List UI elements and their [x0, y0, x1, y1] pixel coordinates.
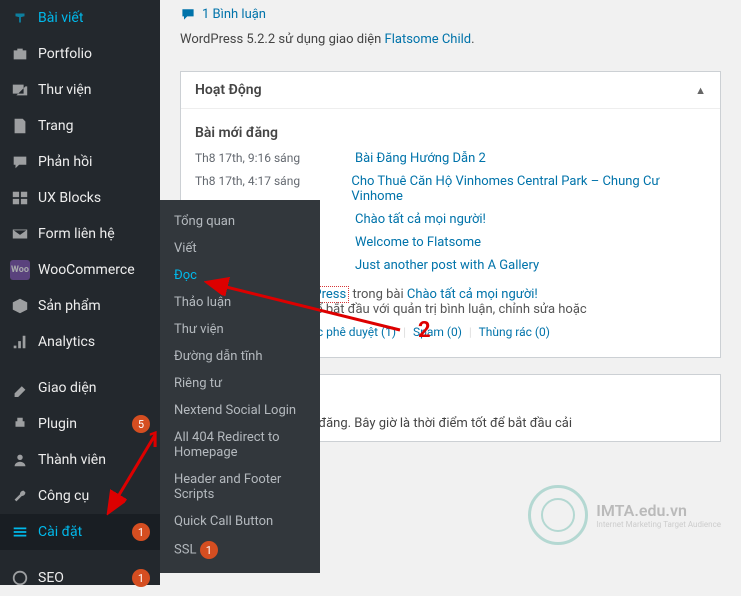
sidebar-item-label: UX Blocks — [38, 190, 150, 206]
sidebar-item-label: Bài viết — [38, 10, 150, 26]
sidebar-item-label: Form liên hệ — [38, 226, 150, 242]
submenu-item-writing[interactable]: Viết — [160, 235, 320, 262]
submenu-item-quickcall[interactable]: Quick Call Button — [160, 508, 320, 535]
sidebar-item-label: Công cụ — [38, 488, 150, 504]
wp-version-prefix: WordPress 5.2.2 sử dụng giao diện — [180, 32, 385, 47]
activity-panel-header[interactable]: Hoạt Động ▲ — [181, 72, 720, 109]
sidebar-item-label: Sản phẩm — [38, 298, 150, 314]
sidebar-item-pages[interactable]: Trang — [0, 108, 160, 144]
sidebar-item-label: Analytics — [38, 334, 150, 350]
collapse-icon[interactable]: ▲ — [695, 84, 706, 97]
post-row: Th8 17th, 9:16 sángBài Đăng Hướng Dẫn 2 — [195, 147, 706, 170]
sidebar-item-settings[interactable]: Cài đặt 1 — [0, 514, 160, 550]
sidebar-item-label: WooCommerce — [38, 262, 150, 278]
admin-sidebar: Bài viết Portfolio Thư viện Trang Phản h… — [0, 0, 160, 585]
analytics-icon — [10, 332, 30, 352]
sidebar-item-forms[interactable]: Form liên hệ — [0, 216, 160, 252]
sidebar-item-label: Portfolio — [38, 46, 150, 62]
woo-icon: Woo — [10, 260, 30, 280]
sidebar-item-label: Cài đặt — [38, 524, 124, 540]
post-link[interactable]: Just another post with A Gallery — [355, 258, 539, 273]
sidebar-item-label: Thư viện — [38, 82, 150, 98]
pin-icon — [10, 8, 30, 28]
activity-title: Hoạt Động — [195, 82, 262, 98]
update-badge: 1 — [200, 541, 218, 559]
comment-icon — [180, 6, 196, 22]
post-date: Th8 17th, 9:16 sáng — [195, 151, 355, 166]
annotation-label-2: 2 — [418, 318, 431, 343]
sidebar-item-tools[interactable]: Công cụ — [0, 478, 160, 514]
sidebar-item-seo[interactable]: SEO 1 — [0, 560, 160, 596]
post-link[interactable]: Bài Đăng Hướng Dẫn 2 — [355, 151, 486, 166]
sidebar-item-appearance[interactable]: Giao diện — [0, 370, 160, 406]
sidebar-item-label: Thành viên — [38, 452, 150, 468]
sidebar-item-label: Plugin — [38, 416, 124, 432]
submenu-item-label: SSL — [174, 543, 196, 558]
submenu-item-general[interactable]: Tổng quan — [160, 208, 320, 235]
post-link[interactable]: Cho Thuê Căn Hộ Vinhomes Central Park – … — [351, 174, 706, 204]
comment-in-text: trong bài — [349, 287, 407, 302]
comment-icon — [10, 152, 30, 172]
submenu-item-discussion[interactable]: Thảo luận — [160, 289, 320, 316]
settings-icon — [10, 522, 30, 542]
update-badge: 1 — [132, 523, 150, 541]
product-icon — [10, 296, 30, 316]
sidebar-item-woocommerce[interactable]: Woo WooCommerce — [0, 252, 160, 288]
portfolio-icon — [10, 44, 30, 64]
sidebar-item-comments[interactable]: Phản hồi — [0, 144, 160, 180]
sidebar-item-uxblocks[interactable]: UX Blocks — [0, 180, 160, 216]
post-link[interactable]: Welcome to Flatsome — [355, 235, 481, 250]
settings-submenu: Tổng quan Viết Đọc Thảo luận Thư viện Đư… — [160, 200, 320, 573]
recent-posts-title: Bài mới đăng — [195, 119, 706, 147]
sidebar-item-media[interactable]: Thư viện — [0, 72, 160, 108]
sidebar-item-label: Giao diện — [38, 380, 150, 396]
comment-count-text: 1 Bình luận — [202, 7, 266, 22]
sidebar-item-products[interactable]: Sản phẩm — [0, 288, 160, 324]
page-icon — [10, 116, 30, 136]
sidebar-item-portfolio[interactable]: Portfolio — [0, 36, 160, 72]
mail-icon — [10, 224, 30, 244]
submenu-item-404redirect[interactable]: All 404 Redirect to Homepage — [160, 424, 320, 466]
sidebar-item-label: Trang — [38, 118, 150, 134]
media-icon — [10, 80, 30, 100]
update-badge: 1 — [132, 569, 150, 587]
divider: | — [403, 325, 406, 339]
sidebar-item-analytics[interactable]: Analytics — [0, 324, 160, 360]
submenu-item-ssl[interactable]: SSL 1 — [160, 535, 320, 565]
submenu-item-nextend[interactable]: Nextend Social Login — [160, 397, 320, 424]
wp-version-text: WordPress 5.2.2 sử dụng giao diện Flatso… — [180, 28, 721, 61]
blocks-icon — [10, 188, 30, 208]
plugin-icon — [10, 414, 30, 434]
post-link[interactable]: Chào tất cả mọi người! — [355, 212, 486, 227]
comment-count-link[interactable]: 1 Bình luận — [180, 0, 266, 28]
sidebar-item-label: SEO — [38, 570, 124, 586]
filter-trash[interactable]: Thùng rác (0) — [479, 325, 550, 339]
submenu-item-permalinks[interactable]: Đường dẫn tĩnh — [160, 343, 320, 370]
sidebar-item-users[interactable]: Thành viên — [0, 442, 160, 478]
submenu-item-media[interactable]: Thư viện — [160, 316, 320, 343]
appearance-icon — [10, 378, 30, 398]
annotation-label-1: 1 — [148, 428, 161, 453]
comment-post-link[interactable]: Chào tất cả mọi người! — [407, 287, 538, 302]
sidebar-item-label: Phản hồi — [38, 154, 150, 170]
submenu-item-reading[interactable]: Đọc — [160, 262, 320, 289]
sidebar-item-posts[interactable]: Bài viết — [0, 0, 160, 36]
users-icon — [10, 450, 30, 470]
submenu-item-headerfooter[interactable]: Header and Footer Scripts — [160, 466, 320, 508]
seo-icon — [10, 568, 30, 588]
divider: | — [469, 325, 472, 339]
theme-link[interactable]: Flatsome Child — [385, 32, 472, 47]
submenu-item-privacy[interactable]: Riêng tư — [160, 370, 320, 397]
tools-icon — [10, 486, 30, 506]
sidebar-item-plugins[interactable]: Plugin5 — [0, 406, 160, 442]
